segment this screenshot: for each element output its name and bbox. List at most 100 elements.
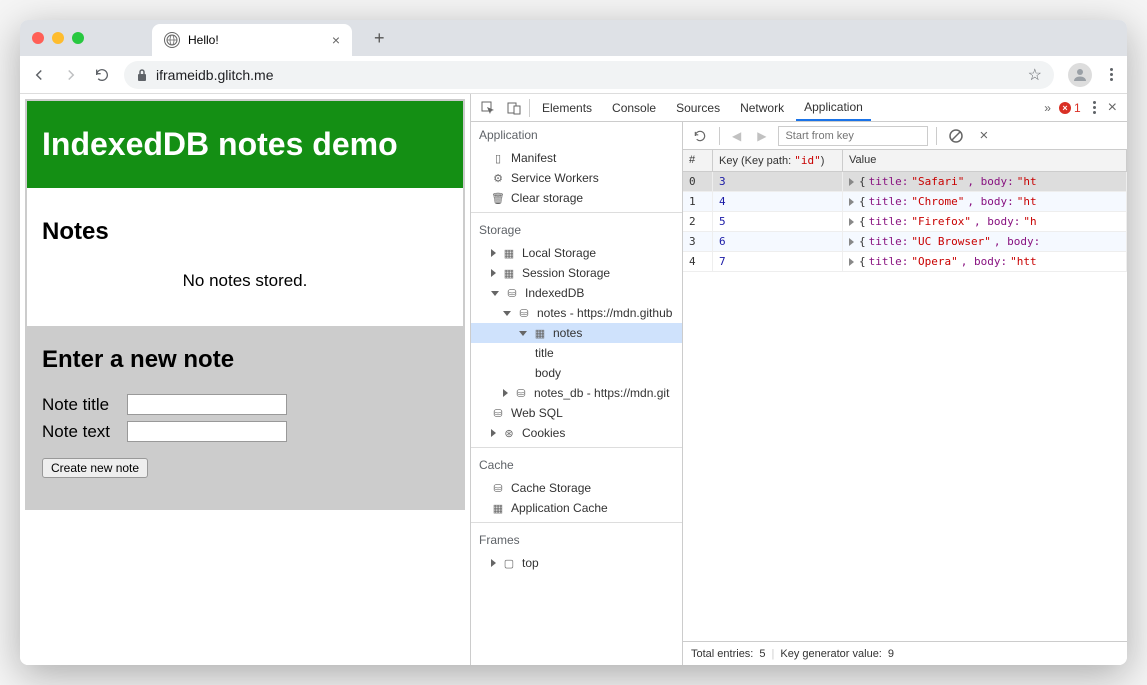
error-icon: × [1059, 102, 1071, 114]
browser-menu-button[interactable] [1106, 64, 1117, 85]
sidebar-item-index-body[interactable]: body [471, 363, 682, 383]
separator [529, 99, 530, 117]
idb-table: # Key (Key path: "id") Value 03{title: "… [683, 150, 1127, 641]
table-row[interactable]: 47{title: "Opera", body: "htt [683, 252, 1127, 272]
sidebar-item-websql[interactable]: ⛁Web SQL [471, 403, 682, 423]
section-application: Application [471, 122, 682, 148]
sidebar-item-cookies[interactable]: ⊛Cookies [471, 423, 682, 443]
prev-page-icon[interactable]: ◀ [728, 129, 745, 143]
tab-elements[interactable]: Elements [534, 95, 600, 121]
tab-title: Hello! [188, 33, 324, 47]
expand-icon[interactable] [849, 178, 854, 186]
traffic-lights [32, 32, 84, 44]
expand-icon [503, 389, 508, 397]
forward-button[interactable] [62, 66, 80, 84]
table-row[interactable]: 14{title: "Chrome", body: "ht [683, 192, 1127, 212]
database-icon: ⛁ [491, 482, 505, 495]
maximize-window-button[interactable] [72, 32, 84, 44]
expand-icon[interactable] [849, 258, 854, 266]
create-note-button[interactable]: Create new note [42, 458, 148, 478]
cell-index: 1 [683, 192, 713, 211]
clear-store-icon[interactable] [945, 129, 967, 143]
content-area: IndexedDB notes demo Notes No notes stor… [20, 94, 1127, 665]
new-tab-button[interactable]: + [374, 28, 385, 49]
expand-icon[interactable] [849, 198, 854, 206]
reload-button[interactable] [94, 67, 110, 83]
close-devtools-icon[interactable]: × [1104, 99, 1121, 117]
note-text-label: Note text [42, 422, 127, 442]
cell-key: 7 [713, 252, 843, 271]
tab-sources[interactable]: Sources [668, 95, 728, 121]
table-row[interactable]: 25{title: "Firefox", body: "h [683, 212, 1127, 232]
cell-value: {title: "UC Browser", body: [843, 232, 1127, 251]
sidebar-item-index-title[interactable]: title [471, 343, 682, 363]
bookmark-star-icon[interactable]: ☆ [1028, 65, 1042, 85]
sidebar-item-indexeddb[interactable]: ⛁IndexedDB [471, 283, 682, 303]
more-tabs-icon[interactable]: » [1040, 101, 1055, 115]
sidebar-item-frame-top[interactable]: ▢top [471, 553, 682, 573]
sidebar-item-local-storage[interactable]: ▦Local Storage [471, 243, 682, 263]
sidebar-item-session-storage[interactable]: ▦Session Storage [471, 263, 682, 283]
refresh-icon[interactable] [689, 129, 711, 143]
page-header: IndexedDB notes demo [27, 101, 463, 188]
address-bar[interactable]: iframeidb.glitch.me ☆ [124, 61, 1054, 89]
minimize-window-button[interactable] [52, 32, 64, 44]
cell-key: 5 [713, 212, 843, 231]
device-toolbar-icon[interactable] [503, 101, 525, 115]
note-title-label: Note title [42, 395, 127, 415]
page-container: IndexedDB notes demo Notes No notes stor… [25, 99, 465, 510]
table-body: 03{title: "Safari", body: "ht14{title: "… [683, 172, 1127, 272]
sidebar-item-service-workers[interactable]: ⚙Service Workers [471, 168, 682, 188]
tab-console[interactable]: Console [604, 95, 664, 121]
sidebar-item-clear-storage[interactable]: 🗑Clear storage [471, 188, 682, 208]
col-value[interactable]: Value [843, 150, 1127, 171]
expand-icon [491, 559, 496, 567]
devtools-panel: Elements Console Sources Network Applica… [470, 94, 1127, 665]
sidebar-item-store-notes[interactable]: ▦notes [471, 323, 682, 343]
col-index[interactable]: # [683, 150, 713, 171]
sidebar-item-app-cache[interactable]: ▦Application Cache [471, 498, 682, 518]
table-row[interactable]: 36{title: "UC Browser", body: [683, 232, 1127, 252]
devtools-menu-button[interactable] [1089, 97, 1100, 118]
note-text-input[interactable] [127, 421, 287, 442]
profile-avatar[interactable] [1068, 63, 1092, 87]
sidebar-item-cache-storage[interactable]: ⛁Cache Storage [471, 478, 682, 498]
col-key[interactable]: Key (Key path: "id") [713, 150, 843, 171]
start-key-input[interactable] [778, 126, 928, 146]
collapse-icon [491, 291, 499, 296]
delete-selected-icon[interactable]: × [975, 127, 992, 144]
tab-network[interactable]: Network [732, 95, 792, 121]
note-title-input[interactable] [127, 394, 287, 415]
cell-value: {title: "Safari", body: "ht [843, 172, 1127, 191]
expand-icon[interactable] [849, 238, 854, 246]
sidebar-item-db-notes[interactable]: ⛁notes - https://mdn.github [471, 303, 682, 323]
browser-tab[interactable]: Hello! × [152, 24, 352, 56]
back-button[interactable] [30, 66, 48, 84]
close-window-button[interactable] [32, 32, 44, 44]
document-icon: ▯ [491, 152, 505, 165]
gear-icon: ⚙ [491, 172, 505, 185]
no-notes-message: No notes stored. [42, 261, 448, 311]
sidebar-item-manifest[interactable]: ▯Manifest [471, 148, 682, 168]
expand-icon[interactable] [849, 218, 854, 226]
next-page-icon[interactable]: ▶ [753, 129, 770, 143]
separator [936, 127, 937, 145]
titlebar: Hello! × + [20, 20, 1127, 56]
cell-key: 3 [713, 172, 843, 191]
database-icon: ⛁ [505, 287, 519, 300]
url-text: iframeidb.glitch.me [156, 67, 1020, 83]
tab-close-icon[interactable]: × [332, 32, 340, 48]
inspect-element-icon[interactable] [477, 101, 499, 115]
sidebar-item-db-notesdb[interactable]: ⛁notes_db - https://mdn.git [471, 383, 682, 403]
cell-value: {title: "Chrome", body: "ht [843, 192, 1127, 211]
collapse-icon [519, 331, 527, 336]
error-indicator[interactable]: × 1 [1059, 101, 1081, 115]
lock-icon [136, 68, 148, 82]
notes-heading: Notes [42, 218, 448, 246]
section-frames: Frames [471, 527, 682, 553]
cell-value: {title: "Opera", body: "htt [843, 252, 1127, 271]
table-row[interactable]: 03{title: "Safari", body: "ht [683, 172, 1127, 192]
tab-application[interactable]: Application [796, 95, 871, 121]
total-entries-label: Total entries: [691, 648, 753, 660]
devtools-tabs: Elements Console Sources Network Applica… [471, 94, 1127, 122]
